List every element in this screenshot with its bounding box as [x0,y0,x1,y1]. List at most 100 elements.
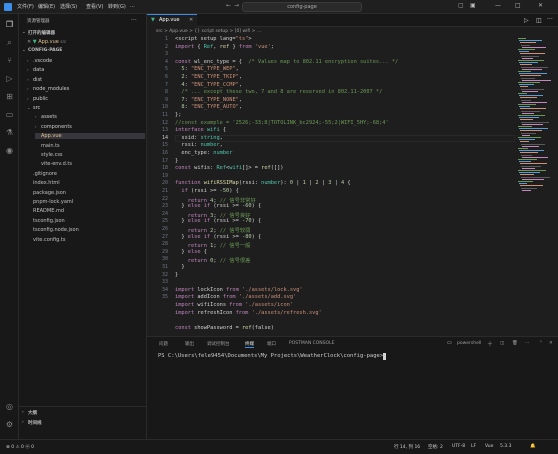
code-line[interactable]: <script setup lang="ts"> [175,36,252,42]
file-tree-item[interactable]: › assets [35,114,57,120]
project-chevron-icon[interactable]: ⌄ [22,48,26,53]
settings-gear-icon[interactable]: ⚙ [5,420,14,429]
code-line[interactable]: import wifiIcons from './assets/icon' [175,302,293,308]
panel-tab[interactable]: 终端 [245,341,254,348]
file-tree-item[interactable]: › data [27,67,44,73]
menu-edit[interactable]: 编辑(E) [38,3,55,10]
code-line[interactable]: } [175,272,178,278]
code-line[interactable]: 5: "ENC_TYPE_WEP", [175,66,238,72]
testing-icon[interactable]: ⚗ [5,128,14,137]
outline-chevron-icon[interactable]: › [22,410,24,415]
code-line[interactable]: function wifiRSSIMap(rssi: number): 0 | … [175,180,351,186]
account-icon[interactable]: ◎ [5,402,14,411]
layout-icon[interactable]: ▢ [458,2,464,9]
code-line[interactable]: rssi: number, [175,142,222,148]
menu-go[interactable]: 转到(G) [108,3,126,10]
maximize-icon[interactable]: □ [515,2,521,9]
breadcrumb[interactable]: src > App.vue > {} script setup > [0] wi… [147,27,558,36]
language-mode[interactable]: Vue [485,444,493,449]
panel-tab[interactable]: 问题 [159,341,168,347]
file-tree-item[interactable]: .gitignore [27,171,57,177]
tab-close-icon[interactable]: ✕ [189,15,193,26]
menu-view[interactable]: 查看(V) [86,3,103,10]
code-line[interactable]: 8: "ENC_TYPE_AUTO", [175,104,242,110]
project-folder-section[interactable]: CONFIG-PAGE [28,48,62,53]
code-line[interactable]: const wl_enc_type = { /* Values map to 8… [175,59,398,65]
code-line[interactable]: 7: "ENC_TYPE_NONE", [175,97,242,103]
file-tree-item[interactable]: vite-env.d.ts [35,161,72,167]
file-tree-item[interactable]: › components [35,124,72,130]
split-editor-icon[interactable]: ◫ [536,17,542,24]
file-tree-item[interactable]: package.json [27,190,66,196]
new-terminal-icon[interactable]: ＋ [487,339,493,348]
file-tree-item[interactable]: vite.config.ts [27,237,65,243]
search-icon[interactable]: ⌕ [5,38,14,47]
code-line[interactable]: } else { [175,249,207,255]
close-panel-icon[interactable]: ✕ [549,341,553,346]
more-actions-icon[interactable]: ··· [131,17,137,24]
code-line[interactable]: enc_type: number [175,150,232,156]
code-line[interactable]: } [175,264,184,270]
file-tree-item[interactable]: style.css [35,152,63,158]
panel-tab[interactable]: 输出 [185,341,194,347]
code-line[interactable]: } else if (rssi >= -70) { [175,218,261,224]
code-line[interactable]: } else if (rssi >= -80) { [175,234,261,240]
maximize-panel-icon[interactable]: ⌃ [539,341,543,346]
code-line[interactable]: import lockIcon from './assets/lock.svg' [175,287,303,293]
forward-arrow-icon[interactable]: → [234,2,239,9]
file-tree-item[interactable]: › dist [27,77,42,83]
open-editors-section[interactable]: 打开的编辑器 [28,30,55,36]
minimap[interactable] [516,36,552,336]
code-line[interactable]: ssid: string, [175,135,222,141]
code-editor[interactable]: <script setup lang="ts"> import { Ref, re… [175,36,515,336]
close-editor-icon[interactable]: ✕ [27,39,31,45]
code-line[interactable]: const wifis: Ref<wifi[]> = ref([]) [175,165,284,171]
code-line[interactable]: import addIcon from './assets/add.svg' [175,294,296,300]
menu-more[interactable]: ... [130,3,135,9]
indentation[interactable]: 空格: 2 [428,444,443,450]
split-terminal-icon[interactable]: ◫ [500,341,504,346]
close-icon[interactable]: ✕ [538,2,543,9]
menu-file[interactable]: 文件(F) [17,3,34,10]
file-tree-item[interactable]: › public [27,96,48,102]
file-tree-item[interactable]: tsconfig.node.json [27,227,79,233]
terminal-prompt[interactable]: PS C:\Users\fele9454\Documents\My Projec… [158,353,386,359]
code-line[interactable]: 4: "ENC_TYPE_CCMP", [175,82,242,88]
code-line[interactable]: } else if (rssi >= -60) { [175,203,261,209]
explorer-icon[interactable]: ❐ [5,20,14,29]
cursor-position[interactable]: 行 14, 列 16 [394,444,420,450]
code-line[interactable]: /* ... except these two, 7 and 8 are res… [175,89,382,95]
panel-more-icon[interactable]: ··· [525,341,529,346]
code-line[interactable]: return 0; // 信号很差 [175,256,251,264]
file-tree-item[interactable]: pnpm-lock.yaml [27,199,73,205]
file-tree-item[interactable]: tsconfig.json [27,218,65,224]
file-tree-item[interactable]: index.html [27,180,60,186]
kill-terminal-icon[interactable]: 🗑 [512,341,518,346]
panel-tab[interactable]: 调试控制台 [207,341,230,347]
problems-status[interactable]: ⊗ 0 ⚠ 0 ⓦ 0 [6,444,34,450]
notifications-bell-icon[interactable]: 🔔 [530,444,536,449]
code-line[interactable]: import { Ref, ref } from 'vue'; [175,44,274,50]
editor-scrollbar[interactable] [552,36,558,336]
file-tree-item[interactable]: › node_modules [27,86,69,92]
run-icon[interactable]: ▷ [524,17,529,24]
code-line[interactable]: interface wifi { [175,127,226,133]
ts-version[interactable]: 5.3.3 [500,444,511,449]
command-center-search[interactable]: config-page [242,2,362,12]
file-tree-item[interactable]: README.md [27,208,64,214]
menu-selection[interactable]: 选择(S) [60,3,77,10]
back-arrow-icon[interactable]: ← [226,2,231,9]
open-editors-chevron-icon[interactable]: ⌄ [22,30,26,35]
outline-section[interactable]: 大纲 [28,410,37,416]
panel-toggle-icon[interactable]: ▣ [470,2,476,9]
shell-label[interactable]: powershell [457,341,481,346]
panel-tab[interactable]: POSTMAN CONSOLE [289,341,334,346]
panel-tab[interactable]: 端口 [267,341,276,347]
postman-icon[interactable]: ◉ [5,146,14,155]
code-line[interactable]: if (rssi >= -50) { [175,188,238,194]
remote-explorer-icon[interactable]: ▭ [5,110,14,119]
extensions-icon[interactable]: ⊞ [5,92,14,101]
file-tree-item[interactable]: App.vue [35,133,145,140]
code-line[interactable]: //const example = '2526;-33;8|TOTOLINK_b… [175,120,389,126]
encoding[interactable]: UTF-8 [452,444,465,449]
